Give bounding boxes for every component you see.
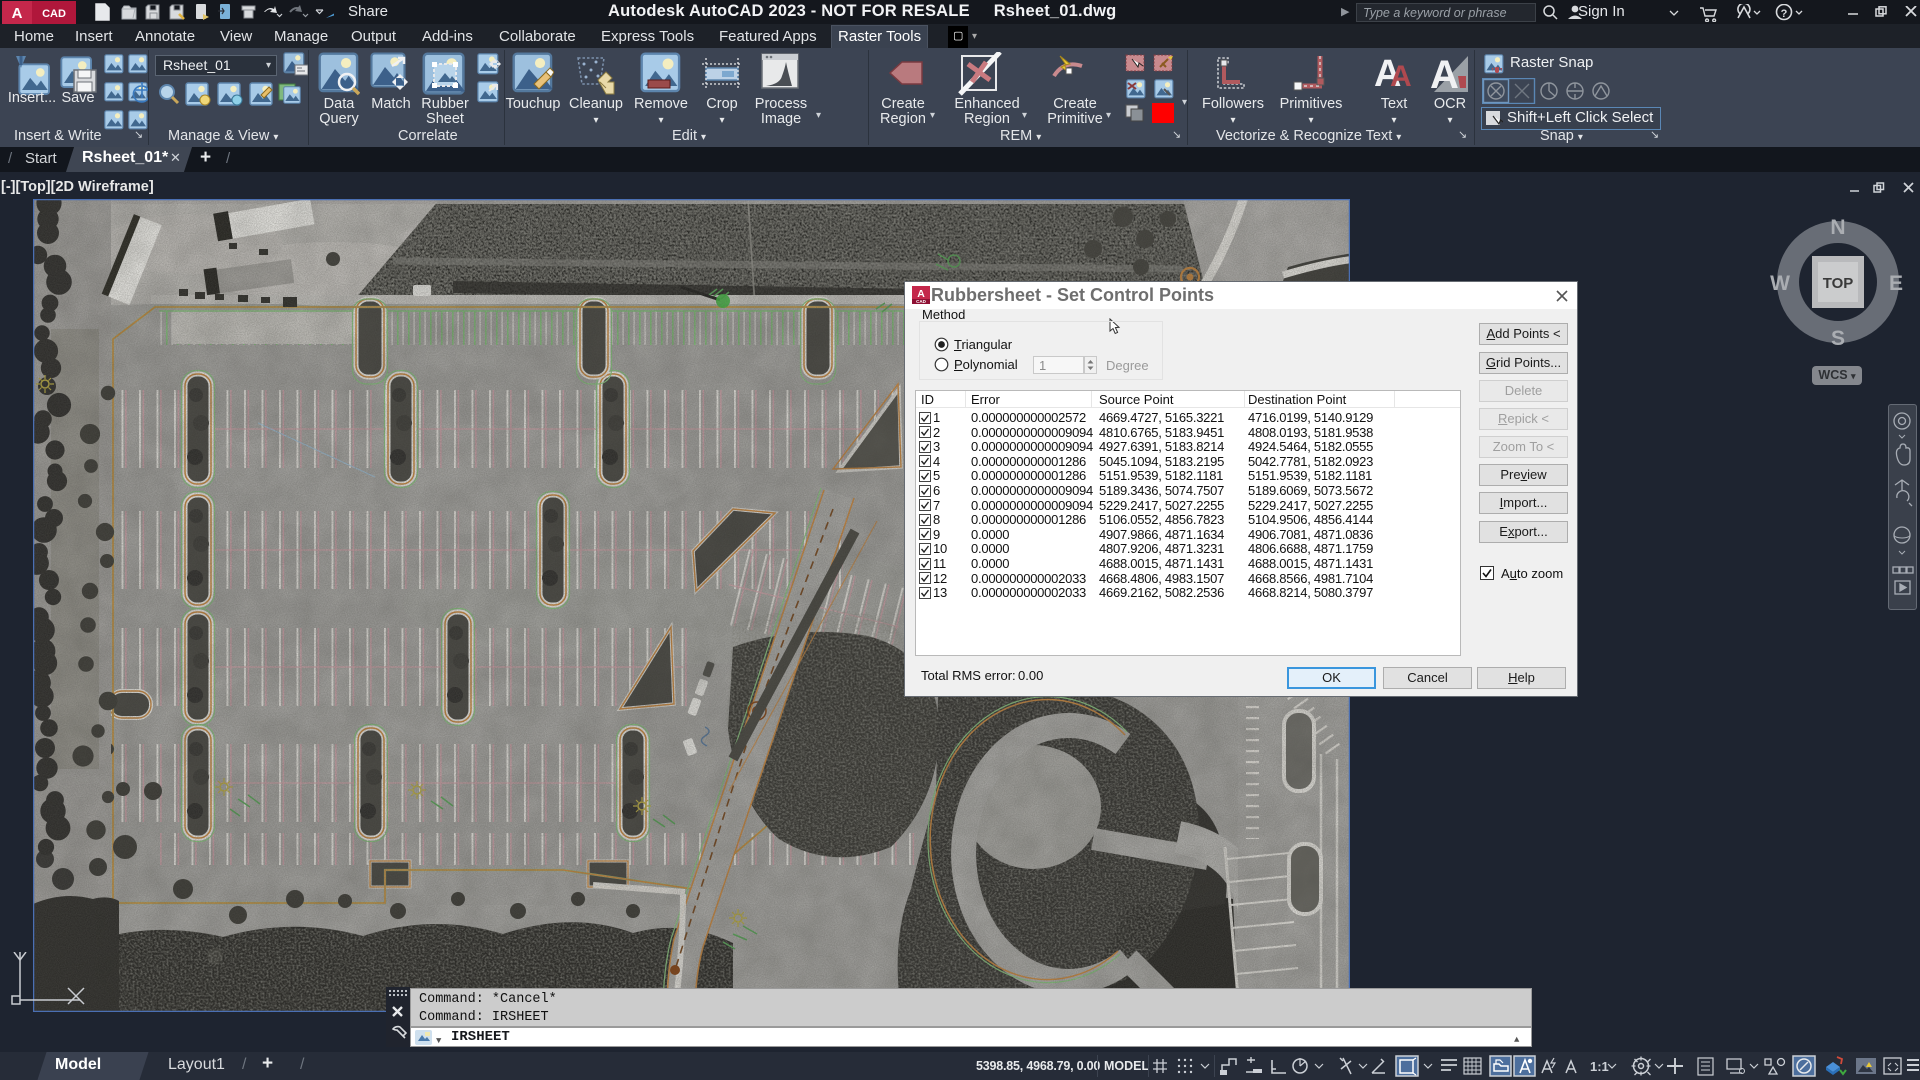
svg-text:?: ?: [1781, 8, 1788, 20]
svg-text:A: A: [1390, 60, 1412, 93]
svg-text:CAD: CAD: [42, 8, 66, 20]
svg-text:TOP: TOP: [1823, 275, 1854, 292]
svg-text:A: A: [1430, 53, 1459, 96]
svg-text:E: E: [1889, 272, 1903, 295]
svg-text:N: N: [1830, 216, 1845, 239]
svg-text:1:1: 1:1: [1590, 1059, 1609, 1074]
svg-text:W: W: [1770, 272, 1790, 295]
svg-text:S: S: [1831, 327, 1845, 350]
svg-text:A: A: [12, 5, 23, 22]
svg-text:CAD: CAD: [916, 299, 926, 304]
